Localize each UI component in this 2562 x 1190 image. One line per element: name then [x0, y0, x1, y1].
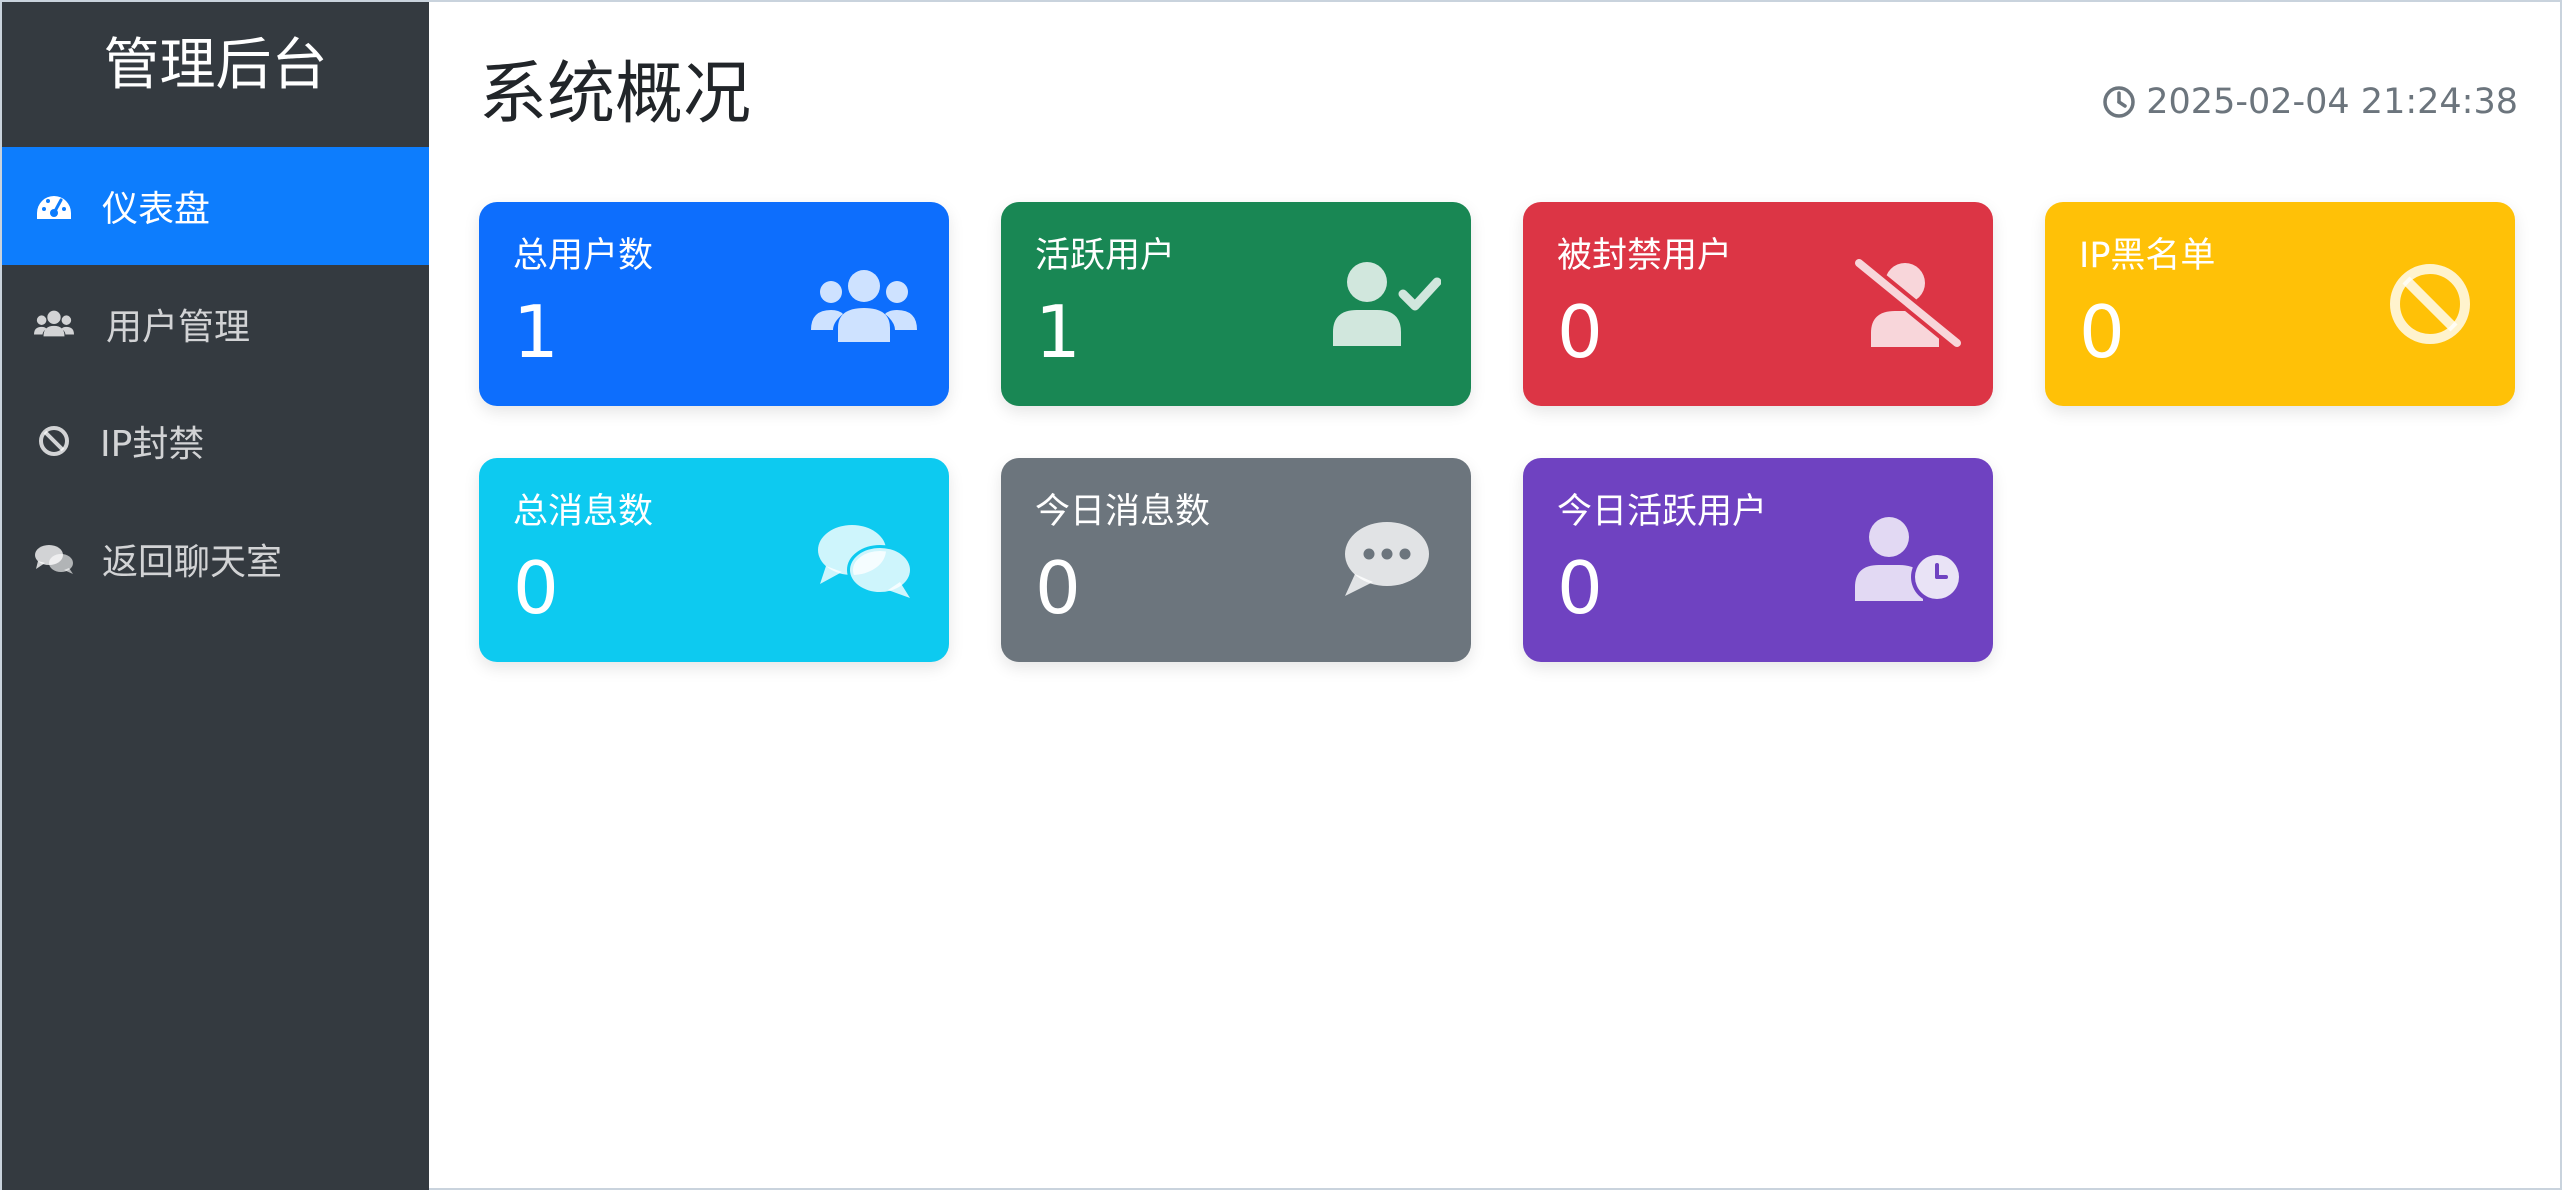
card-label: 今日活跃用户: [1557, 492, 1768, 532]
users-icon: [34, 304, 74, 344]
card-label: 今日消息数: [1035, 492, 1211, 532]
timestamp-text: 2025-02-04 21:24:38: [2146, 82, 2518, 122]
card-value: 0: [1557, 546, 1603, 630]
stat-card-total-users[interactable]: 总用户数 1: [479, 202, 949, 406]
user-clock-icon: [1853, 510, 1963, 610]
ban-icon: [34, 421, 74, 461]
sidebar: 管理后台 仪表盘 用户管理 IP封禁 返回聊天室: [2, 2, 429, 1190]
card-label: IP黑名单: [2079, 236, 2216, 276]
sidebar-item-dashboard[interactable]: 仪表盘: [2, 147, 429, 265]
stat-card-today-active-users[interactable]: 今日活跃用户 0: [1523, 458, 1993, 662]
sidebar-item-label: 用户管理: [106, 307, 251, 348]
stat-card-banned-users[interactable]: 被封禁用户 0: [1523, 202, 1993, 406]
sidebar-item-users[interactable]: 用户管理: [2, 265, 429, 383]
ban-icon: [2375, 254, 2485, 354]
sidebar-item-back-to-chat[interactable]: 返回聊天室: [2, 500, 429, 618]
sidebar-item-label: 仪表盘: [102, 189, 211, 230]
card-value: 0: [1035, 546, 1081, 630]
main-content: 系统概况 2025-02-04 21:24:38 总用户数 1 活跃用户 1 被…: [429, 2, 2562, 1190]
sidebar-title: 管理后台: [103, 33, 328, 98]
stat-card-today-messages[interactable]: 今日消息数 0: [1001, 458, 1471, 662]
card-label: 总消息数: [513, 492, 654, 532]
user-slash-icon: [1853, 254, 1963, 354]
card-value: 0: [513, 546, 559, 630]
sidebar-item-label: IP封禁: [100, 424, 205, 465]
comment-dots-icon: [1331, 510, 1441, 610]
user-check-icon: [1331, 254, 1441, 354]
page-title: 系统概况: [479, 55, 752, 134]
comments-icon: [809, 510, 919, 610]
card-value: 1: [513, 290, 559, 374]
card-label: 活跃用户: [1035, 236, 1176, 276]
sidebar-item-ip-ban[interactable]: IP封禁: [2, 382, 429, 500]
card-label: 总用户数: [513, 236, 654, 276]
card-value: 0: [2079, 290, 2125, 374]
stat-card-total-messages[interactable]: 总消息数 0: [479, 458, 949, 662]
card-label: 被封禁用户: [1557, 236, 1733, 276]
users-icon: [809, 254, 919, 354]
card-value: 0: [1557, 290, 1603, 374]
card-value: 1: [1035, 290, 1081, 374]
clock-icon: [2102, 85, 2136, 119]
admin-app: 管理后台 仪表盘 用户管理 IP封禁 返回聊天室 系统概况 2025-02-04…: [0, 0, 2562, 1190]
comments-icon: [34, 539, 74, 579]
dashboard-gauge-icon: [34, 186, 74, 226]
stat-card-ip-blacklist[interactable]: IP黑名单 0: [2045, 202, 2515, 406]
stat-card-active-users[interactable]: 活跃用户 1: [1001, 202, 1471, 406]
sidebar-item-label: 返回聊天室: [102, 542, 283, 583]
current-time: 2025-02-04 21:24:38: [2102, 80, 2518, 124]
